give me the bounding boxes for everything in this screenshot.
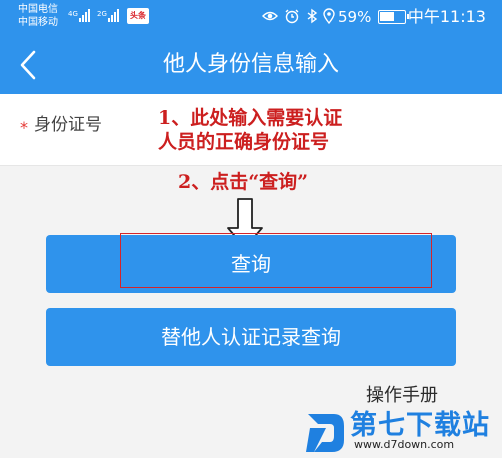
id-number-label: 身份证号 [34, 115, 102, 135]
alarm-icon [284, 8, 300, 24]
battery-level [380, 12, 394, 21]
signal-2-icon [108, 8, 119, 22]
network-type-2: 2G [97, 10, 107, 18]
manual-label: 操作手册 [366, 385, 438, 406]
highlight-box [120, 233, 432, 288]
carrier-1: 中国电信 [18, 4, 58, 15]
battery-percent: 59% [338, 8, 372, 26]
required-mark: * [20, 118, 28, 137]
network-type-1: 4G [68, 10, 78, 18]
news-app-notification-icon: 头条 [127, 8, 149, 24]
annotation-step1-line1: 1、此处输入需要认证 [158, 107, 343, 129]
annotation-step1-line2: 人员的正确身份证号 [158, 131, 330, 153]
location-icon [321, 8, 337, 25]
clock: 中午11:13 [407, 7, 486, 26]
page-title: 他人身份信息输入 [162, 52, 339, 77]
status-bar: 中国电信 中国移动 4G 2G 头条 59% 中午11:13 [0, 0, 502, 36]
proxy-auth-records-button[interactable]: 替他人认证记录查询 [46, 308, 456, 366]
annotation-step2: 2、点击“查询” [178, 171, 309, 193]
battery-icon [378, 10, 409, 24]
signal-1-icon [79, 8, 90, 22]
d7down-logo-icon [304, 406, 348, 454]
carrier-2: 中国移动 [18, 17, 58, 28]
nav-bar: 他人身份信息输入 [0, 36, 502, 94]
bluetooth-icon [304, 8, 320, 24]
site-url: www.d7down.com [354, 438, 455, 451]
eye-icon [262, 8, 278, 24]
